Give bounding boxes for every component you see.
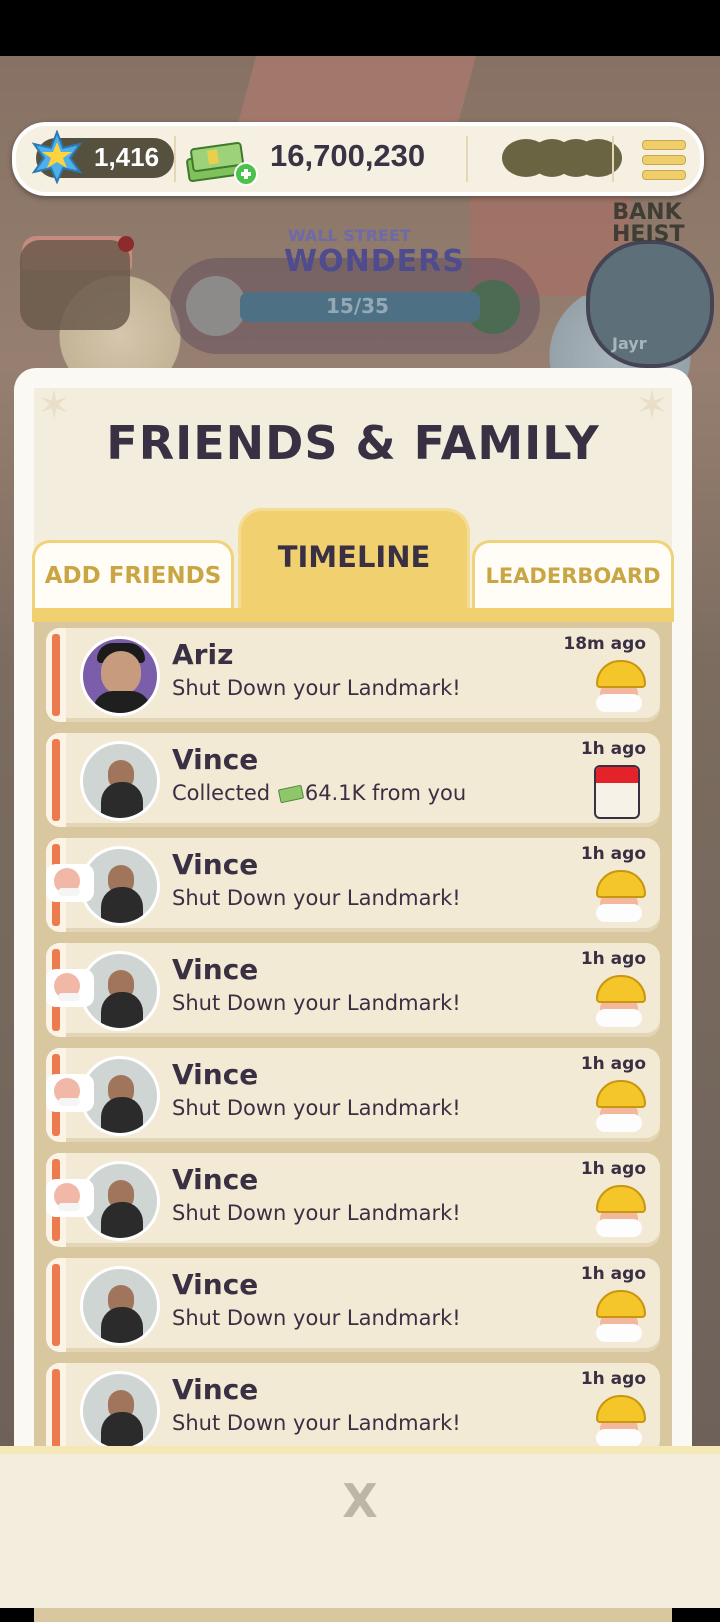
row-accent (46, 1258, 66, 1352)
avatar-body (101, 1307, 143, 1343)
activity-message: Shut Down your Landmark! (172, 886, 461, 910)
event-progress-text: 15/35 (326, 294, 389, 318)
friend-name: Vince (172, 848, 259, 881)
stars-counter[interactable]: 1,416 (31, 130, 174, 184)
hud-divider (612, 136, 614, 182)
cash-value: 16,700,230 (270, 138, 426, 173)
row-accent (46, 1363, 66, 1457)
avatar-head (101, 651, 141, 695)
activity-time: 1h ago (580, 1054, 646, 1074)
avatar-body (101, 887, 143, 923)
avatar-body (93, 691, 151, 713)
friend-name: Vince (172, 1268, 259, 1301)
activity-time: 1h ago (580, 1159, 646, 1179)
friend-name: Vince (172, 743, 259, 776)
shop-button[interactable] (20, 240, 130, 330)
star-icon (31, 130, 83, 184)
activity-message: Collected 64.1K from you (172, 781, 466, 805)
builder-mascot-icon (594, 1290, 646, 1344)
page-title: FRIENDS & FAMILY (106, 416, 600, 470)
bank-heist-player: Jayr (612, 334, 647, 353)
timeline-row[interactable]: Vince Shut Down your Landmark! 1h ago (46, 838, 660, 932)
avatar-body (101, 992, 143, 1028)
bank-heist-button[interactable] (586, 240, 714, 368)
timeline-row[interactable]: Vince Shut Down your Landmark! 1h ago (46, 1048, 660, 1142)
timeline-row[interactable]: Vince Shut Down your Landmark! 1h ago (46, 1258, 660, 1352)
tab-add-friends[interactable]: ADD FRIENDS (32, 540, 234, 609)
hud-divider (466, 136, 468, 182)
builder-mascot-icon (594, 1080, 646, 1134)
activity-message: Shut Down your Landmark! (172, 991, 461, 1015)
builder-mascot-icon (594, 660, 646, 714)
calendar-icon (594, 765, 640, 819)
activity-message: Shut Down your Landmark! (172, 1306, 461, 1330)
bank-heist-title: BANK HEIST (612, 200, 685, 247)
event-title: WALL STREET (288, 226, 411, 245)
friend-name: Vince (172, 953, 259, 986)
top-hud: 1,416 16,700,230 (12, 122, 704, 196)
hud-divider (174, 136, 176, 182)
activity-message: Shut Down your Landmark! (172, 1201, 461, 1225)
notification-dot (118, 236, 134, 252)
tab-underline (32, 608, 674, 622)
message-prefix: Collected (172, 781, 271, 805)
builder-mascot-icon (594, 975, 646, 1029)
friend-name: Vince (172, 1373, 259, 1406)
cash-icon (277, 784, 305, 804)
builder-mascot-icon (594, 1185, 646, 1239)
mascot-wave-icon (46, 1074, 94, 1112)
menu-icon-line (642, 155, 686, 165)
friend-name: Vince (172, 1058, 259, 1091)
friend-name: Vince (172, 1163, 259, 1196)
row-accent (46, 733, 66, 827)
menu-button[interactable] (642, 140, 686, 180)
activity-time: 1h ago (580, 1369, 646, 1389)
mascot-wave-icon (46, 969, 94, 1007)
timeline-row[interactable]: Vince Shut Down your Landmark! 1h ago (46, 1153, 660, 1247)
mascot-wave-icon (46, 864, 94, 902)
avatar[interactable] (80, 1266, 160, 1346)
menu-icon-line (642, 170, 686, 180)
timeline-row[interactable]: Ariz Shut Down your Landmark! 18m ago (46, 628, 660, 722)
avatar-body (101, 782, 143, 818)
event-name: WONDERS (284, 244, 465, 279)
avatar[interactable] (80, 741, 160, 821)
activity-time: 1h ago (580, 844, 646, 864)
activity-time: 18m ago (563, 634, 646, 654)
mascot-wave-icon (46, 1179, 94, 1217)
menu-icon (642, 140, 686, 150)
status-bar (0, 0, 720, 56)
avatar[interactable] (80, 636, 160, 716)
timeline-row[interactable]: Vince Collected 64.1K from you 1h ago (46, 733, 660, 827)
builder-mascot-icon (594, 870, 646, 924)
timeline-row[interactable]: Vince Shut Down your Landmark! 1h ago (46, 943, 660, 1037)
row-accent (46, 628, 66, 722)
activity-message: Shut Down your Landmark! (172, 1411, 461, 1435)
avatar[interactable] (80, 1371, 160, 1451)
builder-mascot-icon (594, 1395, 646, 1449)
activity-message: Shut Down your Landmark! (172, 1096, 461, 1120)
message-value: 64.1K from you (304, 781, 467, 805)
cash-stack-icon[interactable] (186, 136, 260, 186)
avatar-body (101, 1097, 143, 1133)
tab-leaderboard[interactable]: LEADERBOARD (472, 540, 674, 609)
activity-time: 1h ago (580, 949, 646, 969)
close-button[interactable]: X (330, 1474, 390, 1528)
tab-timeline[interactable]: TIMELINE (238, 508, 470, 613)
activity-message: Shut Down your Landmark! (172, 676, 461, 700)
event-left-icon (186, 276, 246, 336)
avatar-body (101, 1202, 143, 1238)
stars-value: 1,416 (94, 142, 160, 172)
friends-family-panel: ✶ ✶ FRIENDS & FAMILY ADD FRIENDS LEADERB… (14, 368, 692, 1622)
timeline-row[interactable]: Vince Shut Down your Landmark! 1h ago (46, 1363, 660, 1457)
friend-name: Ariz (172, 638, 234, 671)
activity-time: 1h ago (580, 1264, 646, 1284)
activity-time: 1h ago (580, 739, 646, 759)
hidden-currency-icon (502, 139, 622, 177)
